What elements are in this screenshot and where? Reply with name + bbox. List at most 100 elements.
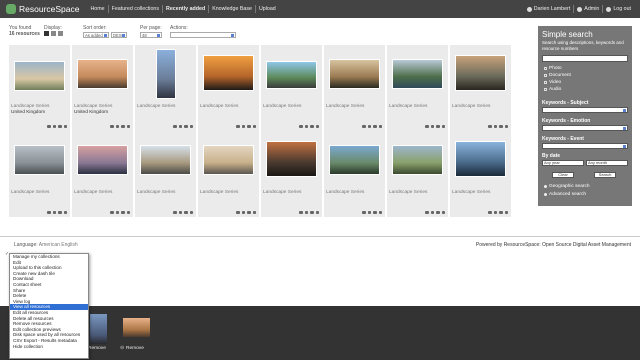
fullscreen-icon[interactable] bbox=[189, 210, 193, 214]
perpage-select[interactable]: 48 bbox=[140, 32, 162, 38]
resource-card[interactable]: Landscape Series bbox=[450, 131, 511, 217]
edit-icon[interactable] bbox=[236, 210, 240, 214]
fullscreen-icon[interactable] bbox=[378, 124, 382, 128]
clear-button[interactable]: Clear bbox=[552, 172, 574, 178]
settings-icon[interactable] bbox=[373, 124, 377, 128]
user-link[interactable]: Darien Lambert bbox=[524, 5, 574, 13]
share-icon[interactable] bbox=[493, 124, 497, 128]
resource-card[interactable]: Landscape Series bbox=[135, 131, 196, 217]
resource-card[interactable]: Landscape Series United Kingdom bbox=[72, 45, 133, 131]
edit-icon[interactable] bbox=[362, 124, 366, 128]
resource-title[interactable]: Landscape Series bbox=[326, 104, 364, 111]
resource-thumbnail[interactable] bbox=[203, 55, 254, 91]
settings-icon[interactable] bbox=[58, 210, 62, 214]
share-icon[interactable] bbox=[52, 210, 56, 214]
admin-link[interactable]: Admin bbox=[573, 5, 602, 13]
nav-upload[interactable]: Upload bbox=[254, 5, 279, 13]
resource-card[interactable]: Landscape Series bbox=[324, 131, 385, 217]
settings-icon[interactable] bbox=[499, 124, 503, 128]
resource-thumbnail[interactable] bbox=[266, 61, 317, 89]
edit-icon[interactable] bbox=[236, 124, 240, 128]
fullscreen-icon[interactable] bbox=[63, 210, 67, 214]
edit-icon[interactable] bbox=[47, 124, 51, 128]
resource-card[interactable]: Landscape Series bbox=[135, 45, 196, 131]
resource-title[interactable]: Landscape Series bbox=[452, 104, 490, 111]
fullscreen-icon[interactable] bbox=[441, 124, 445, 128]
resource-title[interactable]: Landscape Series bbox=[137, 190, 175, 197]
fullscreen-icon[interactable] bbox=[504, 124, 508, 128]
edit-icon[interactable] bbox=[299, 210, 303, 214]
resource-title[interactable]: Landscape Series bbox=[137, 104, 175, 111]
resource-card[interactable]: Landscape Series bbox=[198, 45, 259, 131]
edit-icon[interactable] bbox=[488, 210, 492, 214]
settings-icon[interactable] bbox=[310, 210, 314, 214]
share-icon[interactable] bbox=[178, 124, 182, 128]
keywords-event-select[interactable] bbox=[542, 143, 628, 149]
resource-thumbnail[interactable] bbox=[266, 141, 317, 177]
language-selector[interactable]: Language: American English bbox=[14, 242, 78, 248]
edit-icon[interactable] bbox=[488, 124, 492, 128]
resource-title[interactable]: Landscape Series bbox=[11, 190, 49, 197]
logo[interactable]: ResourceSpace bbox=[6, 4, 79, 14]
resource-title[interactable]: Landscape Series bbox=[389, 104, 427, 111]
fullscreen-icon[interactable] bbox=[126, 210, 130, 214]
share-icon[interactable] bbox=[367, 124, 371, 128]
resource-card[interactable]: Landscape Series bbox=[261, 45, 322, 131]
resource-thumbnail[interactable] bbox=[14, 145, 65, 175]
resource-thumbnail[interactable] bbox=[140, 145, 191, 175]
resource-card[interactable]: Landscape Series bbox=[9, 131, 70, 217]
display-small-thumbs-icon[interactable] bbox=[51, 31, 56, 36]
keywords-emotion-select[interactable] bbox=[542, 125, 628, 131]
settings-icon[interactable] bbox=[121, 210, 125, 214]
settings-icon[interactable] bbox=[184, 124, 188, 128]
search-button[interactable]: Search bbox=[594, 172, 616, 178]
settings-icon[interactable] bbox=[121, 124, 125, 128]
edit-icon[interactable] bbox=[425, 210, 429, 214]
settings-icon[interactable] bbox=[310, 124, 314, 128]
edit-icon[interactable] bbox=[47, 210, 51, 214]
nav-home[interactable]: Home bbox=[87, 5, 107, 13]
resource-card[interactable]: Landscape Series bbox=[198, 131, 259, 217]
fullscreen-icon[interactable] bbox=[126, 124, 130, 128]
nav-knowledge-base[interactable]: Knowledge Base bbox=[208, 5, 255, 13]
share-icon[interactable] bbox=[367, 210, 371, 214]
search-input[interactable] bbox=[542, 55, 628, 62]
resource-thumbnail[interactable] bbox=[455, 141, 506, 177]
year-select[interactable]: Any year bbox=[542, 160, 584, 166]
resource-title[interactable]: Landscape Series bbox=[326, 190, 364, 197]
resource-title[interactable]: Landscape Series bbox=[200, 104, 238, 111]
resource-thumbnail[interactable] bbox=[455, 55, 506, 91]
resource-thumbnail[interactable] bbox=[329, 145, 380, 175]
fullscreen-icon[interactable] bbox=[315, 124, 319, 128]
share-icon[interactable] bbox=[241, 210, 245, 214]
edit-icon[interactable] bbox=[173, 210, 177, 214]
resource-card[interactable]: Landscape Series bbox=[261, 131, 322, 217]
actions-select[interactable] bbox=[170, 32, 236, 38]
resource-thumbnail[interactable] bbox=[77, 145, 128, 175]
share-icon[interactable] bbox=[304, 124, 308, 128]
share-icon[interactable] bbox=[493, 210, 497, 214]
collection-thumb-2[interactable] bbox=[123, 318, 150, 337]
type-video[interactable]: Video bbox=[544, 80, 561, 85]
fullscreen-icon[interactable] bbox=[189, 124, 193, 128]
share-icon[interactable] bbox=[430, 124, 434, 128]
resource-title[interactable]: Landscape Series bbox=[263, 104, 301, 111]
logout-link[interactable]: Log out bbox=[602, 5, 634, 13]
fullscreen-icon[interactable] bbox=[504, 210, 508, 214]
edit-icon[interactable] bbox=[173, 124, 177, 128]
resource-card[interactable]: Landscape Series United Kingdom bbox=[9, 45, 70, 131]
edit-icon[interactable] bbox=[299, 124, 303, 128]
resource-thumbnail[interactable] bbox=[155, 49, 176, 99]
resource-thumbnail[interactable] bbox=[329, 59, 380, 89]
fullscreen-icon[interactable] bbox=[315, 210, 319, 214]
fullscreen-icon[interactable] bbox=[252, 124, 256, 128]
share-icon[interactable] bbox=[115, 210, 119, 214]
resource-title[interactable]: Landscape Series bbox=[200, 190, 238, 197]
keywords-subject-select[interactable] bbox=[542, 107, 628, 113]
type-photo[interactable]: Photo bbox=[544, 66, 562, 71]
resource-title[interactable]: Landscape Series bbox=[389, 190, 427, 197]
geographic-search-link[interactable]: Geographic search bbox=[544, 184, 590, 189]
sort-direction-select[interactable]: DESC bbox=[111, 32, 127, 38]
edit-icon[interactable] bbox=[110, 124, 114, 128]
resource-title[interactable]: Landscape Series bbox=[74, 190, 112, 197]
